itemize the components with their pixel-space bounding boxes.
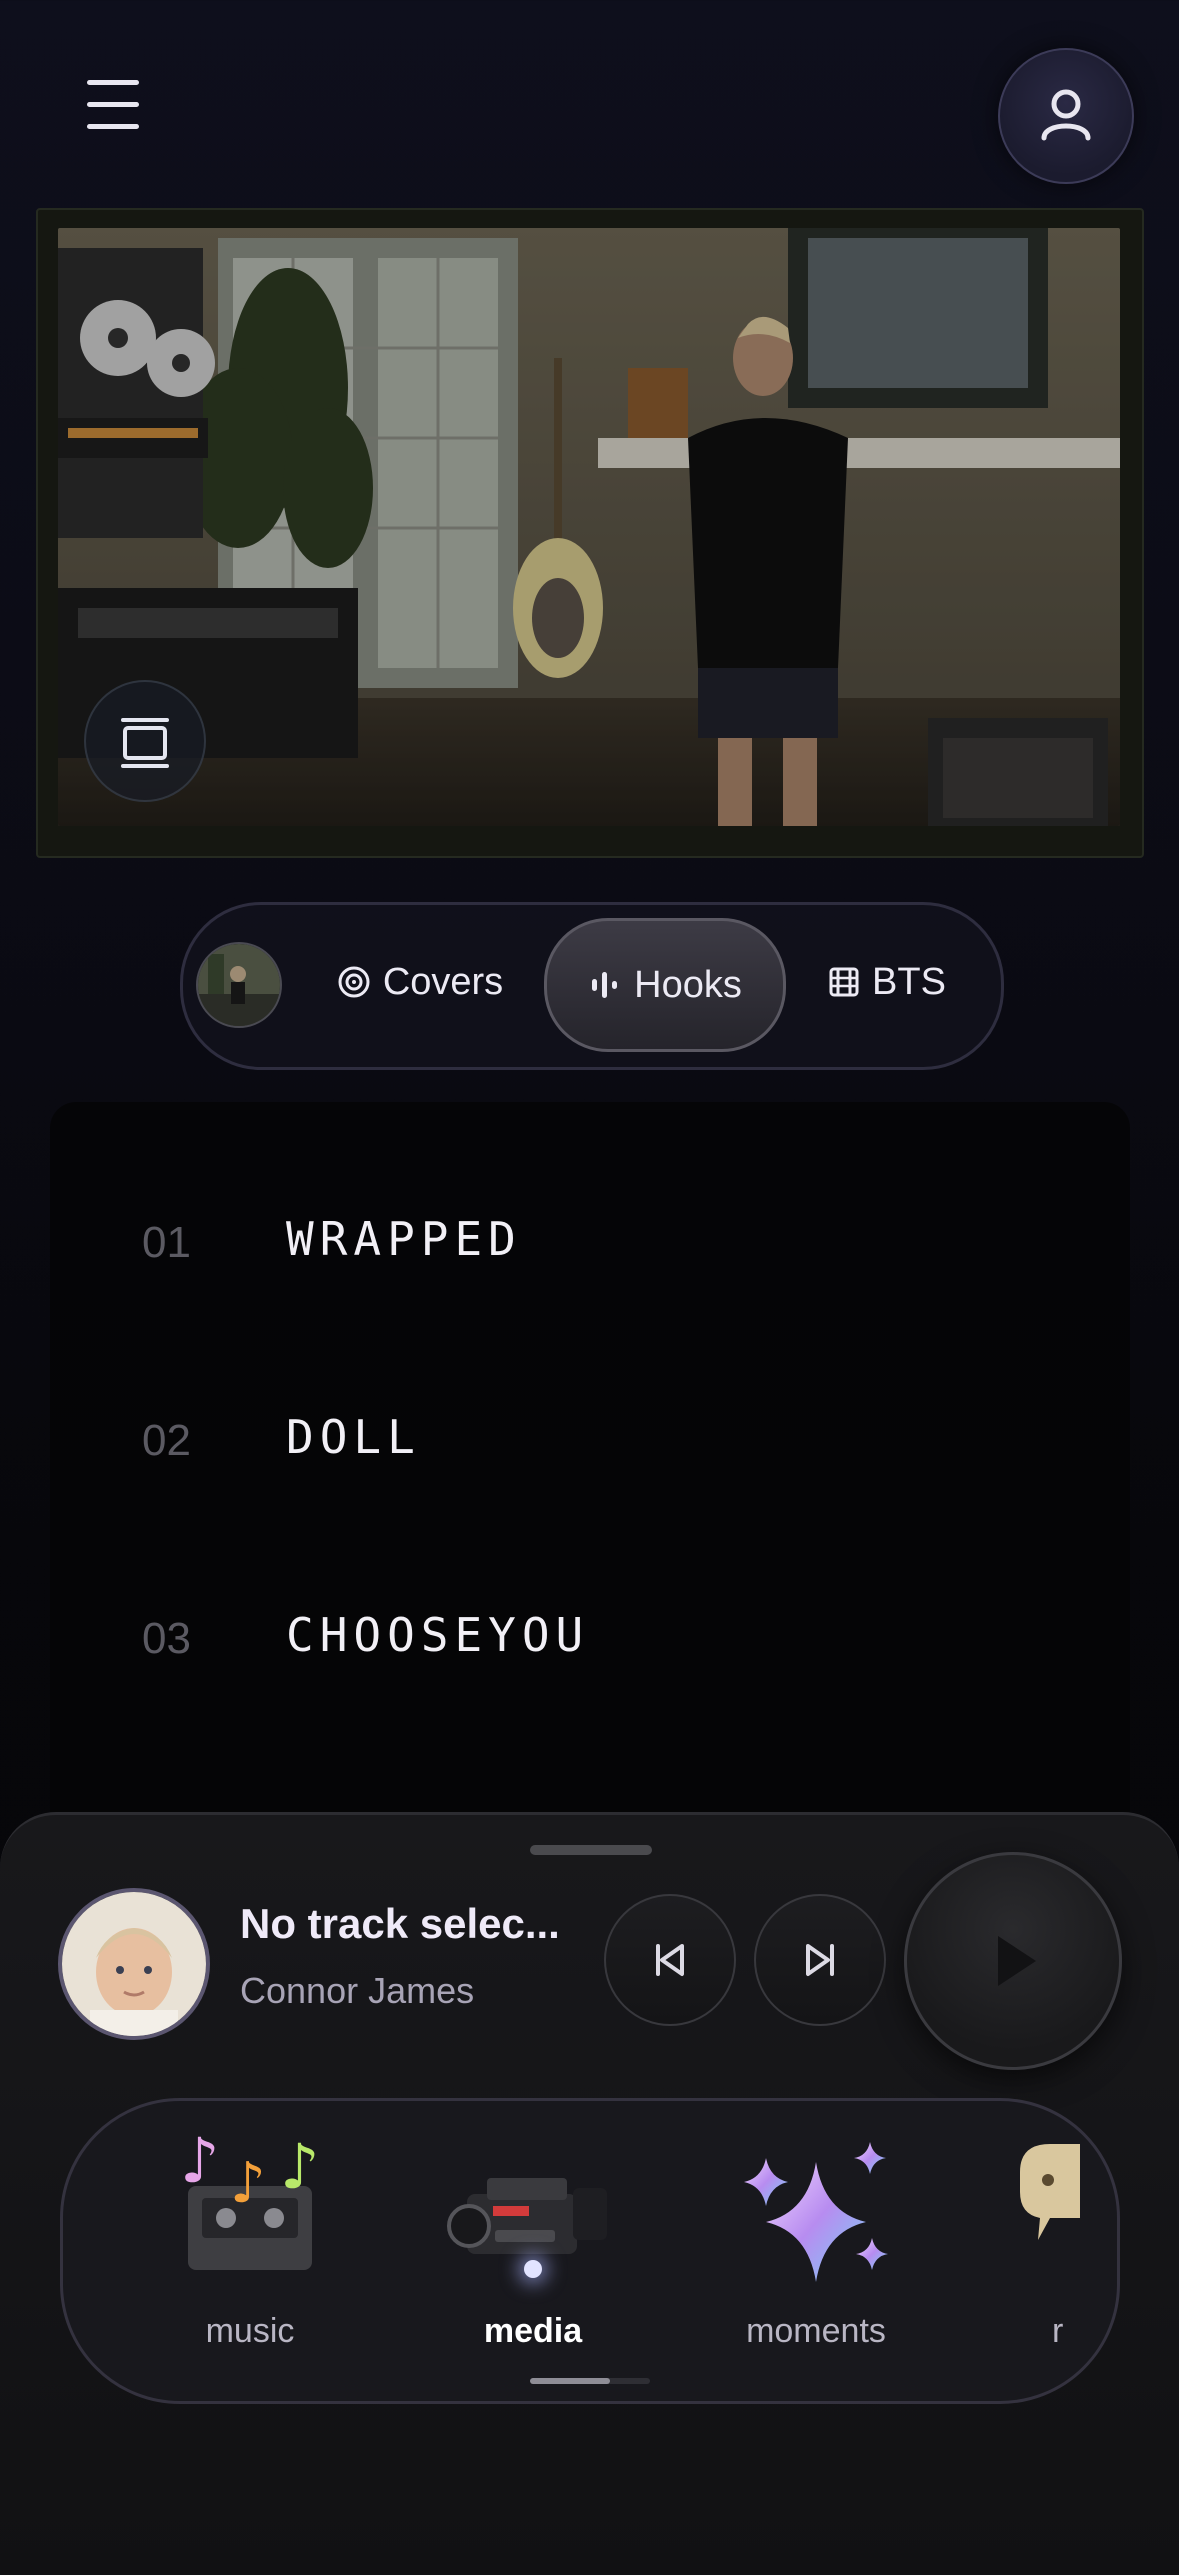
nav-label-music: music <box>205 2312 295 2350</box>
track-title[interactable]: WRAPPED <box>286 1212 522 1266</box>
active-indicator <box>524 2260 542 2278</box>
user-icon <box>1041 89 1091 141</box>
nav-item-media[interactable]: media <box>423 2122 643 2352</box>
previous-button[interactable] <box>604 1894 736 2026</box>
sheet-drag-handle[interactable] <box>530 1845 652 1855</box>
video-player[interactable] <box>58 228 1120 826</box>
menu-button[interactable] <box>78 80 148 136</box>
skip-forward-icon <box>806 1944 834 1976</box>
nav-label-media: media <box>483 2312 583 2350</box>
play-button[interactable] <box>904 1852 1122 2070</box>
svg-text:♪: ♪ <box>180 2124 220 2197</box>
tab-bts[interactable]: BTS <box>812 918 962 1046</box>
avatar[interactable] <box>58 1888 210 2040</box>
nav-item-music[interactable]: ♪ ♪ ♪ music <box>140 2122 360 2352</box>
track-title[interactable]: DOLL <box>286 1410 421 1464</box>
disc-icon <box>338 966 370 998</box>
nav-scroll-thumb[interactable] <box>530 2378 610 2384</box>
tab-hooks[interactable]: Hooks <box>544 918 786 1052</box>
nav-item-more[interactable]: r <box>990 2122 1080 2352</box>
cassette-music-icon: ♪ ♪ ♪ <box>180 2124 320 2270</box>
track-number: 01 <box>142 1218 191 1267</box>
track-title[interactable]: CHOOSEYOU <box>286 1608 589 1662</box>
cards-stack-icon <box>121 718 169 768</box>
artist-thumbnail-image <box>198 944 280 1026</box>
skip-back-icon <box>656 1944 684 1976</box>
tab-hooks-label: Hooks <box>634 963 742 1006</box>
artist-avatar-image <box>62 1892 206 2036</box>
nav-label-more: r <box>1052 2312 1064 2350</box>
film-icon <box>829 967 859 997</box>
gallery-button[interactable] <box>84 680 206 802</box>
track-number: 03 <box>142 1614 191 1663</box>
menu-icon-line <box>87 124 139 129</box>
svg-text:♪: ♪ <box>230 2151 266 2216</box>
profile-button[interactable] <box>998 48 1134 184</box>
tab-covers-label: Covers <box>382 960 504 1003</box>
tab-bts-label: BTS <box>872 960 946 1003</box>
play-icon <box>998 1936 1036 1986</box>
nav-item-moments[interactable]: moments <box>706 2122 926 2352</box>
waveform-icon <box>592 972 618 998</box>
tab-covers[interactable]: Covers <box>320 918 520 1046</box>
artist-thumbnail[interactable] <box>196 942 282 1028</box>
menu-icon <box>87 80 139 85</box>
menu-icon-line <box>87 102 139 107</box>
sparkles-icon <box>744 2142 888 2282</box>
track-number: 02 <box>142 1416 191 1465</box>
track-list <box>50 1102 1130 1842</box>
now-playing-title: No track selec... <box>240 1900 560 1947</box>
speech-bubble-icon <box>1020 2144 1080 2240</box>
nav-label-moments: moments <box>746 2312 886 2350</box>
next-button[interactable] <box>754 1894 886 2026</box>
svg-text:♪: ♪ <box>280 2130 320 2203</box>
studio-video-image <box>58 228 1120 826</box>
now-playing-artist: Connor James <box>240 1970 475 2011</box>
